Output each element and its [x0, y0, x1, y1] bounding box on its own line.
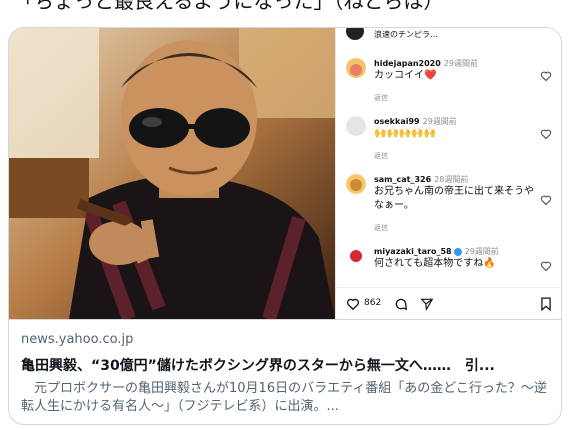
card-photo	[9, 28, 335, 319]
comment-username[interactable]: miyazaki_taro_58	[374, 247, 452, 256]
avatar	[346, 246, 366, 266]
comment-icon[interactable]	[394, 297, 408, 311]
heart-icon[interactable]	[540, 260, 552, 272]
heart-icon[interactable]	[540, 194, 552, 206]
comment-text: 🙌🙌🙌🙌🙌	[374, 128, 437, 139]
card-domain: news.yahoo.co.jp	[21, 332, 134, 347]
avatar	[346, 116, 366, 136]
comment-text: 何されても超本物ですね🔥	[374, 258, 496, 269]
comment-username[interactable]: sam_cat_326	[374, 175, 431, 184]
reply-link[interactable]: 返信	[374, 93, 534, 103]
comment-time: 29週間前	[422, 117, 457, 126]
action-bar: 862	[336, 287, 561, 320]
partial-comment: 浪速のチンピラ…	[374, 30, 438, 39]
verified-badge-icon	[453, 247, 462, 256]
comment-username[interactable]: osekkai99	[374, 117, 420, 126]
reply-link[interactable]: 返信	[374, 151, 534, 161]
like-heart-icon[interactable]	[346, 297, 360, 311]
comment-time: 29週間前	[443, 59, 479, 68]
share-icon[interactable]	[420, 297, 434, 311]
link-card[interactable]: 浪速のチンピラ… hidejapan202029週間前 カッコイイ❤️ 返信	[8, 27, 562, 425]
instagram-comments-panel: 浪速のチンピラ… hidejapan202029週間前 カッコイイ❤️ 返信	[335, 28, 561, 320]
heart-icon[interactable]	[540, 70, 552, 82]
reply-link[interactable]: 返信	[374, 223, 534, 233]
card-headline[interactable]: 亀田興毅、“30億円”儲けたボクシング界のスターから無一文へ…… 引...	[21, 355, 551, 375]
post-text: 「ちょっと最良えるようになった」（ねとらは）	[14, 0, 444, 13]
bookmark-icon[interactable]	[540, 297, 552, 311]
card-media[interactable]: 浪速のチンピラ… hidejapan202029週間前 カッコイイ❤️ 返信	[9, 28, 561, 320]
card-meta[interactable]: news.yahoo.co.jp 亀田興毅、“30億円”儲けたボクシング界のスタ…	[9, 319, 561, 424]
comment-text: お兄ちゃん南の帝王に出て来そうやなぁー。	[374, 186, 534, 211]
avatar	[346, 58, 366, 78]
comment-username[interactable]: hidejapan2020	[374, 59, 441, 68]
photo-illustration	[9, 28, 335, 319]
comment-time: 28週間前	[434, 175, 469, 184]
heart-icon[interactable]	[540, 128, 552, 140]
avatar	[346, 28, 364, 40]
card-description: 元プロボクサーの亀田興毅さんが10月16日のバラエティ番組「あの金どこ行った？～…	[21, 381, 547, 414]
like-count: 862	[364, 298, 382, 308]
comment-text: カッコイイ❤️	[374, 70, 437, 81]
avatar	[346, 174, 366, 194]
comment-time: 29週間前	[464, 247, 499, 256]
